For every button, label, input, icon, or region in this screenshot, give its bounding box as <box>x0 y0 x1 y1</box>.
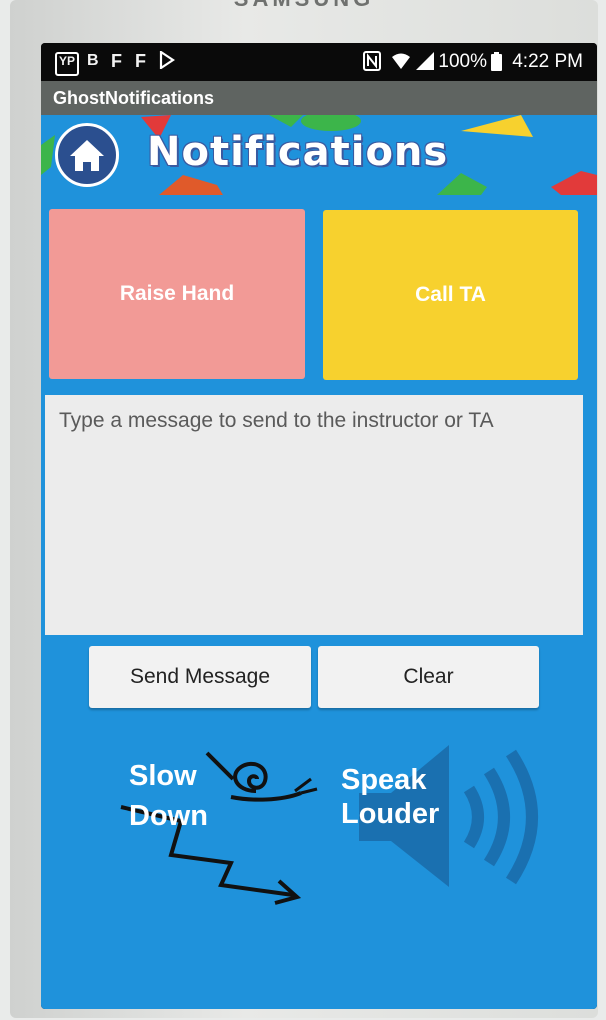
phone-screen: YP B F F 100% 4:22 PM GhostNotifications… <box>41 43 597 1009</box>
wifi-icon <box>391 51 411 71</box>
battery-percentage: 100% <box>438 51 487 72</box>
status-bar: YP B F F 100% 4:22 PM <box>41 43 597 81</box>
flipboard-icon-2: F <box>135 51 146 71</box>
device-brand: SAMSUNG <box>10 0 598 12</box>
flipboard-icon: F <box>111 51 122 71</box>
signal-icon <box>415 51 435 71</box>
slow-down-label-line1: Slow <box>129 760 197 792</box>
phone-body: SAMSUNG YP B F F 100% 4:22 PM <box>10 0 598 1018</box>
raise-hand-button[interactable]: Raise Hand <box>49 209 305 379</box>
header-banner: Notifications <box>41 115 597 195</box>
status-time: 4:22 PM <box>512 51 583 72</box>
page-title: Notifications <box>147 129 449 175</box>
message-input[interactable] <box>45 395 583 635</box>
slow-down-button[interactable]: Slow Down <box>111 745 321 905</box>
main-content: Notifications Raise Hand Call TA Send Me… <box>41 115 597 1009</box>
play-store-icon <box>159 49 175 71</box>
send-message-button[interactable]: Send Message <box>89 646 311 708</box>
call-ta-button[interactable]: Call TA <box>323 210 578 380</box>
speak-louder-button[interactable]: Speak Louder <box>321 745 551 905</box>
speak-louder-label-line1: Speak <box>341 764 427 796</box>
battery-icon <box>491 52 502 72</box>
speak-louder-label-line2: Louder <box>341 798 440 830</box>
slow-down-label-line2: Down <box>129 800 208 832</box>
app-title: GhostNotifications <box>53 88 214 108</box>
yp-app-icon: YP <box>55 52 80 76</box>
b-app-icon: B <box>87 52 99 69</box>
nfc-icon <box>363 51 381 71</box>
home-button[interactable] <box>55 123 119 187</box>
home-icon <box>70 140 104 171</box>
app-title-bar: GhostNotifications <box>41 81 597 115</box>
clear-button[interactable]: Clear <box>318 646 539 708</box>
